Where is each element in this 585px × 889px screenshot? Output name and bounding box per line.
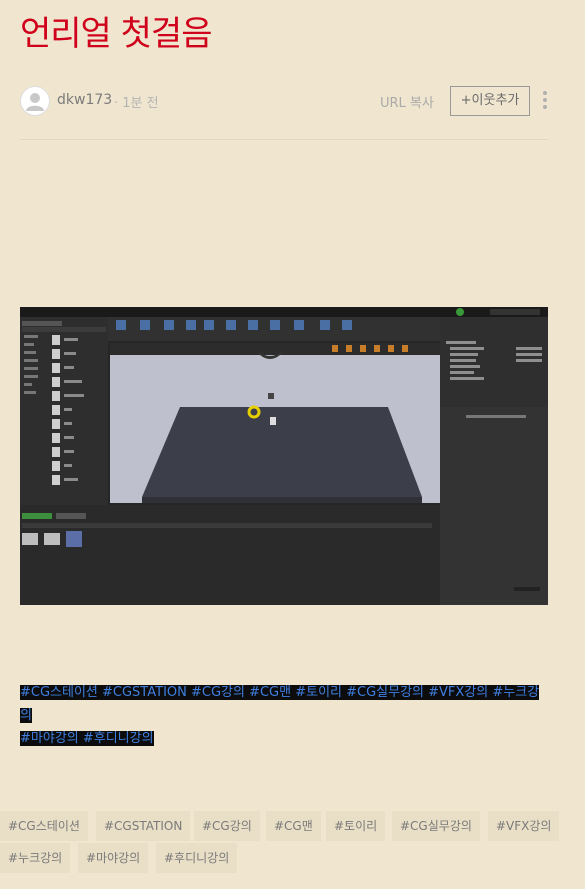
tag-item[interactable]: #마야강의	[78, 843, 149, 873]
avatar[interactable]	[20, 86, 50, 116]
follow-button[interactable]: +이웃추가	[450, 86, 530, 116]
tag-item[interactable]: #토이리	[326, 811, 386, 841]
post-time: · 1분 전	[114, 96, 159, 111]
hashtag-line-2[interactable]: #마야강의 #후디니강의	[20, 731, 154, 746]
copy-url-button[interactable]: URL 복사	[380, 92, 434, 111]
tag-item[interactable]: #CG강의	[194, 811, 260, 841]
more-menu-icon[interactable]	[542, 91, 548, 113]
tag-item[interactable]: #누크강의	[0, 843, 71, 873]
unreal-editor-screenshot	[20, 307, 548, 605]
tag-item[interactable]: #VFX강의	[488, 811, 560, 841]
post-image[interactable]	[20, 307, 548, 605]
hashtag-paragraph: #CG스테이션 #CGSTATION #CG강의 #CG맨 #토이리 #CG실무…	[20, 681, 550, 750]
user-icon	[26, 93, 44, 111]
author-name[interactable]: dkw173	[57, 92, 112, 108]
divider	[20, 139, 548, 140]
tag-item[interactable]: #CG스테이션	[0, 811, 88, 841]
author-row: dkw173 · 1분 전 URL 복사 +이웃추가	[20, 86, 548, 116]
tag-item[interactable]: #CGSTATION	[96, 811, 191, 841]
tag-item[interactable]: #후디니강의	[156, 843, 238, 873]
post-title: 언리얼 첫걸음	[20, 14, 212, 54]
hashtag-line-1[interactable]: #CG스테이션 #CGSTATION #CG강의 #CG맨 #토이리 #CG실무…	[20, 685, 540, 723]
tag-item[interactable]: #CG맨	[266, 811, 321, 841]
tag-item[interactable]: #CG실무강의	[392, 811, 480, 841]
